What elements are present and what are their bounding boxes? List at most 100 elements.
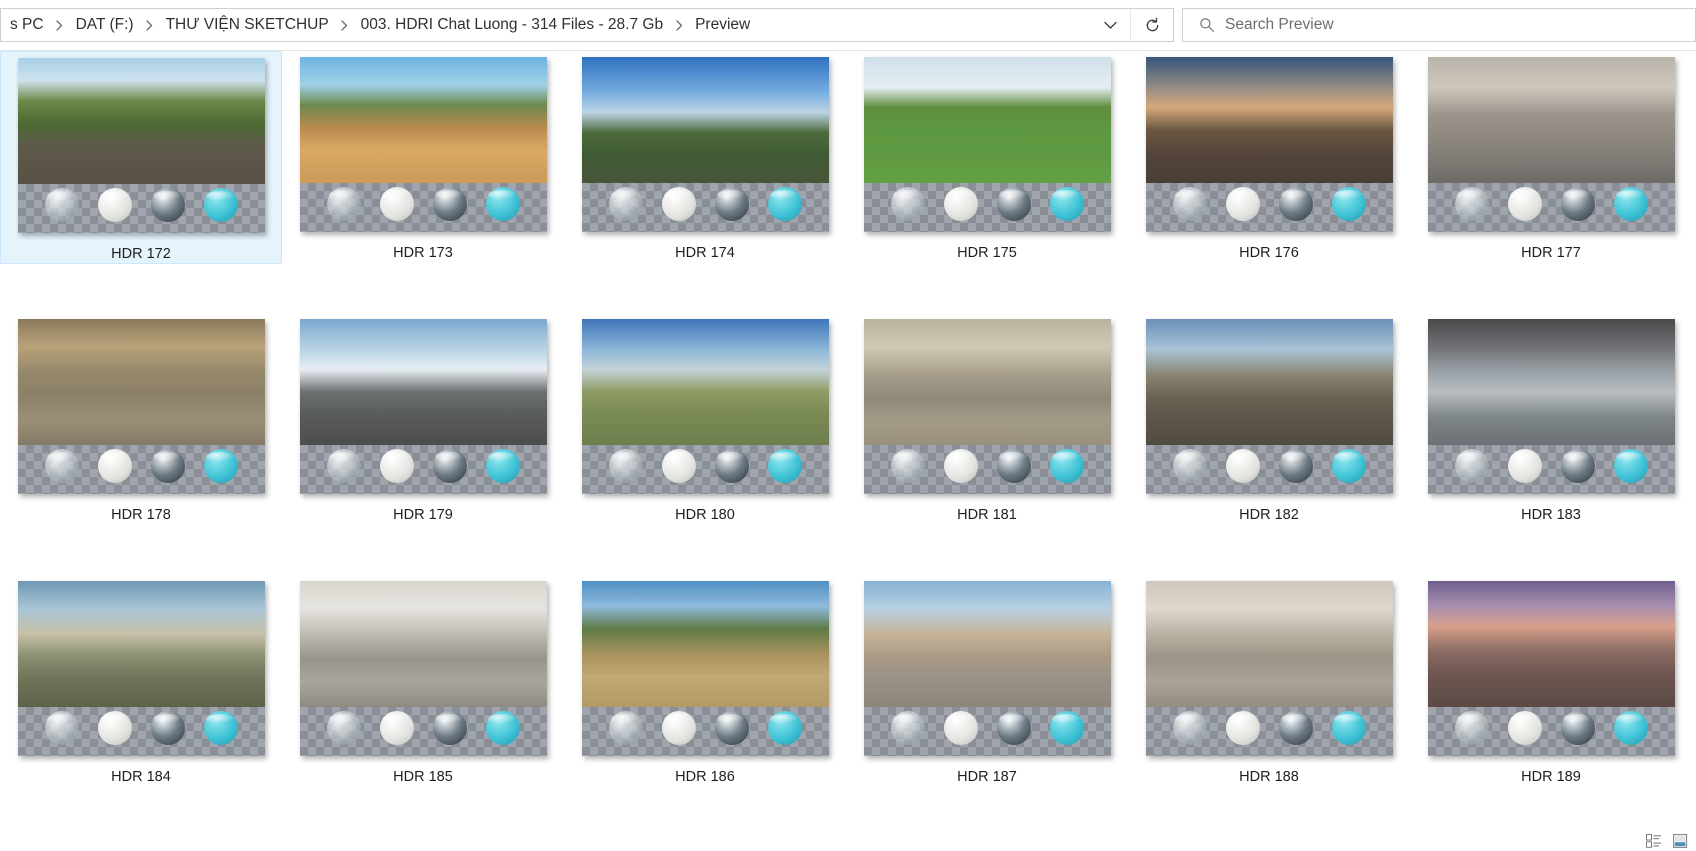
reference-spheres xyxy=(1146,326,1393,487)
large-icons-view-icon[interactable] xyxy=(1668,832,1692,850)
sphere-teal xyxy=(203,188,238,222)
sphere-white xyxy=(661,449,696,483)
sphere-chrome xyxy=(150,711,185,745)
sphere-teal xyxy=(767,449,802,483)
file-item[interactable]: HDR 182 xyxy=(1128,313,1410,524)
search-box[interactable] xyxy=(1182,8,1696,42)
sphere-white xyxy=(1225,187,1260,221)
thumbnail-container[interactable] xyxy=(581,319,829,494)
file-item[interactable]: HDR 187 xyxy=(846,575,1128,786)
thumbnail-container[interactable] xyxy=(863,57,1111,232)
sphere-glass xyxy=(44,188,79,222)
chevron-down-icon[interactable] xyxy=(1090,9,1130,41)
file-name-label: HDR 177 xyxy=(1521,245,1581,261)
sphere-chrome xyxy=(150,449,185,483)
hdri-thumbnail-image xyxy=(1145,581,1393,756)
hdri-thumbnail-image xyxy=(1427,319,1675,494)
search-icon xyxy=(1199,17,1225,33)
file-item[interactable]: HDR 172 xyxy=(0,51,282,264)
sphere-glass xyxy=(44,711,79,745)
file-grid-row: HDR 184 HDR 185 HDR 186 HDR 187 HDR 188 HDR 1… xyxy=(0,575,1696,831)
thumbnail-container[interactable] xyxy=(581,57,829,232)
reference-spheres xyxy=(1428,588,1675,749)
thumbnail-container[interactable] xyxy=(299,581,547,756)
hdri-thumbnail-image xyxy=(581,319,829,494)
file-item[interactable]: HDR 174 xyxy=(564,51,846,262)
sphere-glass xyxy=(608,187,643,221)
hdri-thumbnail-image xyxy=(1427,581,1675,756)
chevron-right-icon xyxy=(336,19,354,31)
sphere-white xyxy=(97,449,132,483)
hdri-thumbnail-image xyxy=(299,57,547,232)
breadcrumb-item-0[interactable]: s PC xyxy=(3,13,51,37)
sphere-glass xyxy=(608,449,643,483)
thumbnail-container[interactable] xyxy=(1145,57,1393,232)
breadcrumb-item-4[interactable]: Preview xyxy=(688,13,757,37)
chevron-right-icon xyxy=(670,19,688,31)
sphere-white xyxy=(1225,449,1260,483)
thumbnail-container[interactable] xyxy=(1427,57,1675,232)
thumbnail-container[interactable] xyxy=(299,57,547,232)
breadcrumb-item-1[interactable]: DAT (F:) xyxy=(69,13,141,37)
reference-spheres xyxy=(582,326,829,487)
details-view-icon[interactable] xyxy=(1642,832,1666,850)
sphere-teal xyxy=(1331,711,1366,745)
sphere-chrome xyxy=(996,449,1031,483)
sphere-white xyxy=(1225,711,1260,745)
file-item[interactable]: HDR 188 xyxy=(1128,575,1410,786)
hdri-thumbnail-image xyxy=(1145,57,1393,232)
refresh-icon[interactable] xyxy=(1130,8,1174,42)
sphere-glass xyxy=(608,711,643,745)
file-item[interactable]: HDR 181 xyxy=(846,313,1128,524)
file-item[interactable]: HDR 189 xyxy=(1410,575,1692,786)
sphere-teal xyxy=(485,711,520,745)
thumbnail-container[interactable] xyxy=(863,581,1111,756)
search-input[interactable] xyxy=(1225,9,1695,41)
sphere-white xyxy=(379,449,414,483)
file-item[interactable]: HDR 177 xyxy=(1410,51,1692,262)
reference-spheres xyxy=(864,326,1111,487)
thumbnail-container[interactable] xyxy=(17,319,265,494)
file-item[interactable]: HDR 176 xyxy=(1128,51,1410,262)
file-item[interactable]: HDR 183 xyxy=(1410,313,1692,524)
file-item[interactable]: HDR 175 xyxy=(846,51,1128,262)
thumbnail-container[interactable] xyxy=(1427,581,1675,756)
sphere-teal xyxy=(1613,711,1648,745)
hdri-thumbnail-image xyxy=(1427,57,1675,232)
thumbnail-container[interactable] xyxy=(1145,319,1393,494)
chevron-right-icon xyxy=(141,19,159,31)
file-item[interactable]: HDR 178 xyxy=(0,313,282,524)
reference-spheres xyxy=(18,65,265,226)
file-item[interactable]: HDR 186 xyxy=(564,575,846,786)
file-name-label: HDR 172 xyxy=(111,246,171,262)
sphere-chrome xyxy=(714,711,749,745)
thumbnail-container[interactable] xyxy=(299,319,547,494)
thumbnail-container[interactable] xyxy=(1427,319,1675,494)
sphere-glass xyxy=(890,187,925,221)
reference-spheres xyxy=(864,64,1111,225)
hdri-thumbnail-image xyxy=(863,581,1111,756)
thumbnail-container[interactable] xyxy=(17,581,265,756)
reference-spheres xyxy=(300,588,547,749)
file-name-label: HDR 173 xyxy=(393,245,453,261)
hdri-thumbnail-image xyxy=(581,57,829,232)
file-item[interactable]: HDR 179 xyxy=(282,313,564,524)
address-path-box[interactable]: s PC DAT (F:) THƯ VIỆN SKETCHUP 003. HDR… xyxy=(0,8,1130,42)
thumbnail-container[interactable] xyxy=(1145,581,1393,756)
sphere-teal xyxy=(203,711,238,745)
thumbnail-container[interactable] xyxy=(863,319,1111,494)
reference-spheres xyxy=(864,588,1111,749)
file-grid-row: HDR 172 HDR 173 HDR 174 HDR 175 HDR 176 HDR 1… xyxy=(0,51,1696,313)
file-item[interactable]: HDR 184 xyxy=(0,575,282,786)
thumbnail-container[interactable] xyxy=(581,581,829,756)
file-name-label: HDR 188 xyxy=(1239,769,1299,785)
file-item[interactable]: HDR 185 xyxy=(282,575,564,786)
file-grid-pane[interactable]: HDR 172 HDR 173 HDR 174 HDR 175 HDR 176 HDR 1… xyxy=(0,51,1696,831)
file-item[interactable]: HDR 173 xyxy=(282,51,564,262)
breadcrumb-item-3[interactable]: 003. HDRI Chat Luong - 314 Files - 28.7 … xyxy=(354,13,670,37)
thumbnail-container[interactable] xyxy=(17,58,265,233)
file-item[interactable]: HDR 180 xyxy=(564,313,846,524)
breadcrumb-item-2[interactable]: THƯ VIỆN SKETCHUP xyxy=(159,13,336,37)
chevron-right-icon xyxy=(51,19,69,31)
file-grid-row: HDR 178 HDR 179 HDR 180 HDR 181 HDR 182 HDR 1… xyxy=(0,313,1696,575)
